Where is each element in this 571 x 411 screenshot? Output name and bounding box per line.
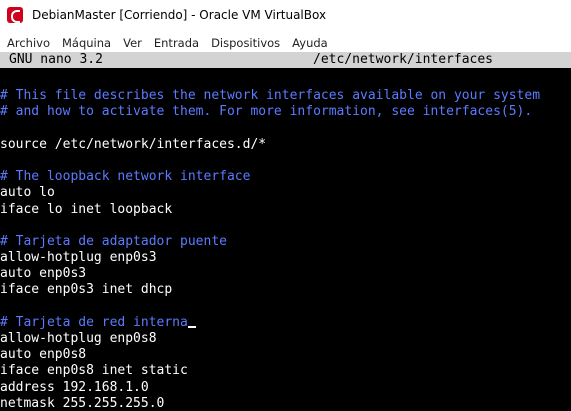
config-line: iface lo inet loopback [0,201,173,217]
comment-line: # Tarjeta de adaptador puente [0,233,227,249]
config-line: address 192.168.1.0 [0,379,149,395]
config-line: allow-hotplug enp0s8 [0,331,157,346]
config-line: auto lo [0,185,55,201]
comment-line: # This file describes the network interf… [0,88,541,104]
config-line: auto enp0s8 [0,347,87,363]
nano-header-bar: GNU nano 3.2 /etc/network/interfaces [0,52,571,68]
window-titlebar: DebianMaster [Corriendo] - Oracle VM Vir… [0,0,571,30]
virtualbox-debian-icon [7,7,23,23]
nano-version: GNU nano 3.2 [9,52,103,67]
config-line: iface enp0s3 inet dhcp [0,282,173,298]
window-title: DebianMaster [Corriendo] - Oracle VM Vir… [32,8,327,22]
menu-ayuda[interactable]: Ayuda [286,36,334,50]
config-line: iface enp0s8 inet static [0,363,188,379]
comment-line: # The loopback network interface [0,169,251,185]
config-line: source /etc/network/interfaces.d/* [0,136,267,152]
config-line: auto enp0s3 [0,266,87,282]
comment-line: # Tarjeta de red interna [0,315,571,331]
menu-bar: Archivo Máquina Ver Entrada Dispositivos… [0,33,571,52]
menu-entrada[interactable]: Entrada [148,36,205,50]
menu-dispositivos[interactable]: Dispositivos [205,36,286,50]
config-line: netmask 255.255.255.0 [0,395,165,411]
vm-terminal-screen[interactable]: GNU nano 3.2 /etc/network/interfaces # T… [0,52,571,411]
nano-filename: /etc/network/interfaces [313,52,494,67]
config-line: allow-hotplug enp0s3 [0,250,157,266]
file-content[interactable]: # This file describes the network interf… [0,68,571,411]
menu-ver[interactable]: Ver [117,36,148,50]
menu-archivo[interactable]: Archivo [0,36,56,50]
text-cursor [187,325,196,328]
comment-line: # and how to activate them. For more inf… [0,104,533,120]
menu-maquina[interactable]: Máquina [56,36,117,50]
